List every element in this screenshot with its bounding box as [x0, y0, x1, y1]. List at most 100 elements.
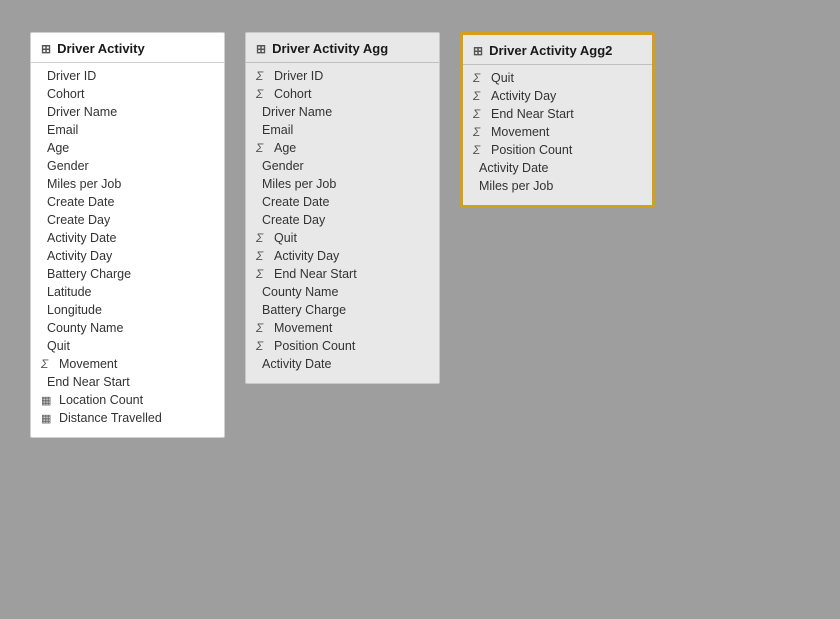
field-label: Cohort — [274, 87, 312, 101]
table-driver-activity: ⊞ Driver Activity Driver IDCohortDriver … — [30, 32, 225, 438]
field-label: Movement — [59, 357, 117, 371]
field-row[interactable]: Email — [246, 121, 439, 139]
field-row[interactable]: Driver ID — [31, 67, 224, 85]
field-row[interactable]: Σ Quit — [463, 69, 652, 87]
field-label: Cohort — [47, 87, 85, 101]
field-row[interactable]: Latitude — [31, 283, 224, 301]
field-row[interactable]: ΣEnd Near Start — [463, 105, 652, 123]
field-row[interactable]: ΣAge — [246, 139, 439, 157]
grid-icon: ▦ — [41, 394, 55, 407]
field-label: Driver ID — [47, 69, 96, 83]
field-row[interactable]: Longitude — [31, 301, 224, 319]
field-label: Driver Name — [262, 105, 332, 119]
field-row[interactable]: Miles per Job — [246, 175, 439, 193]
field-row[interactable]: County Name — [31, 319, 224, 337]
field-label: Create Date — [262, 195, 329, 209]
field-label: Gender — [47, 159, 89, 173]
field-row[interactable]: ΣQuit — [246, 229, 439, 247]
field-row[interactable]: ΣPosition Count — [246, 337, 439, 355]
field-row[interactable]: Σ End Near Start — [246, 265, 439, 283]
field-label: Create Day — [47, 213, 110, 227]
field-label: Movement — [274, 321, 332, 335]
field-label: Position Count — [274, 339, 355, 353]
field-row[interactable]: Activity Date — [463, 159, 652, 177]
field-row[interactable]: Miles per Job — [31, 175, 224, 193]
sigma-icon: Σ — [473, 71, 487, 85]
field-label: End Near Start — [274, 267, 357, 281]
field-label: Activity Date — [262, 357, 331, 371]
table-driver-activity-agg-header: ⊞ Driver Activity Agg — [246, 33, 439, 63]
field-row[interactable]: Age — [31, 139, 224, 157]
field-row[interactable]: Driver Name — [31, 103, 224, 121]
field-label: Position Count — [491, 143, 572, 157]
field-label: Age — [47, 141, 69, 155]
table-icon-driver-activity-agg2: ⊞ — [473, 44, 483, 58]
field-label: Battery Charge — [47, 267, 131, 281]
field-row[interactable]: Battery Charge — [31, 265, 224, 283]
field-row[interactable]: ΣMovement — [31, 355, 224, 373]
field-label: Miles per Job — [479, 179, 553, 193]
table-driver-activity-agg-title: Driver Activity Agg — [272, 41, 388, 56]
field-label: Miles per Job — [47, 177, 121, 191]
field-label: Activity Day — [47, 249, 112, 263]
sigma-icon: Σ — [256, 249, 270, 263]
field-label: Distance Travelled — [59, 411, 162, 425]
field-row[interactable]: Battery Charge — [246, 301, 439, 319]
field-label: County Name — [262, 285, 338, 299]
table-driver-activity-agg2: ⊞ Driver Activity Agg2 ΣQuitΣActivity Da… — [460, 32, 655, 208]
field-label: Create Date — [47, 195, 114, 209]
field-row[interactable]: Activity Date — [31, 229, 224, 247]
sigma-icon: Σ — [473, 125, 487, 139]
field-row[interactable]: Activity Day — [31, 247, 224, 265]
field-label: Miles per Job — [262, 177, 336, 191]
field-label: Quit — [274, 231, 297, 245]
field-row[interactable]: Σ Cohort — [246, 85, 439, 103]
main-canvas: ⊞ Driver Activity Driver IDCohortDriver … — [10, 12, 830, 607]
field-row[interactable]: Create Date — [246, 193, 439, 211]
field-label: Create Day — [262, 213, 325, 227]
field-row[interactable]: ΣPosition Count — [463, 141, 652, 159]
table-driver-activity-agg2-title: Driver Activity Agg2 — [489, 43, 612, 58]
field-label: Quit — [47, 339, 70, 353]
field-label: Quit — [491, 71, 514, 85]
field-row[interactable]: Driver Name — [246, 103, 439, 121]
field-label: Movement — [491, 125, 549, 139]
field-row[interactable]: Σ Activity Day — [246, 247, 439, 265]
field-label: Activity Date — [47, 231, 116, 245]
field-row[interactable]: Create Day — [31, 211, 224, 229]
field-row[interactable]: ΣDriver ID — [246, 67, 439, 85]
field-label: Activity Day — [491, 89, 556, 103]
field-row[interactable]: Create Date — [31, 193, 224, 211]
field-label: Gender — [262, 159, 304, 173]
field-row[interactable]: ΣMovement — [246, 319, 439, 337]
driver-activity-agg2-field-list: ΣQuitΣActivity DayΣEnd Near StartΣMoveme… — [463, 69, 652, 195]
field-row[interactable]: Email — [31, 121, 224, 139]
sigma-icon: Σ — [256, 87, 270, 101]
field-label: Activity Date — [479, 161, 548, 175]
field-row[interactable]: Gender — [246, 157, 439, 175]
sigma-icon: Σ — [256, 267, 270, 281]
field-row[interactable]: ▦Location Count — [31, 391, 224, 409]
field-row[interactable]: Cohort — [31, 85, 224, 103]
field-row[interactable]: Miles per Job — [463, 177, 652, 195]
field-label: Driver Name — [47, 105, 117, 119]
grid-icon: ▦ — [41, 412, 55, 425]
field-row[interactable]: End Near Start — [31, 373, 224, 391]
field-row[interactable]: Gender — [31, 157, 224, 175]
field-label: Email — [262, 123, 293, 137]
field-label: County Name — [47, 321, 123, 335]
field-row[interactable]: ΣActivity Day — [463, 87, 652, 105]
field-row[interactable]: Σ Movement — [463, 123, 652, 141]
field-label: Driver ID — [274, 69, 323, 83]
sigma-icon: Σ — [473, 107, 487, 121]
field-row[interactable]: Create Day — [246, 211, 439, 229]
table-driver-activity-agg2-header: ⊞ Driver Activity Agg2 — [463, 35, 652, 65]
field-label: Activity Day — [274, 249, 339, 263]
table-icon-driver-activity-agg: ⊞ — [256, 42, 266, 56]
field-row[interactable]: Activity Date — [246, 355, 439, 373]
field-row[interactable]: Quit — [31, 337, 224, 355]
field-row[interactable]: ▦ Distance Travelled — [31, 409, 224, 427]
field-label: Latitude — [47, 285, 91, 299]
field-label: Longitude — [47, 303, 102, 317]
field-row[interactable]: County Name — [246, 283, 439, 301]
